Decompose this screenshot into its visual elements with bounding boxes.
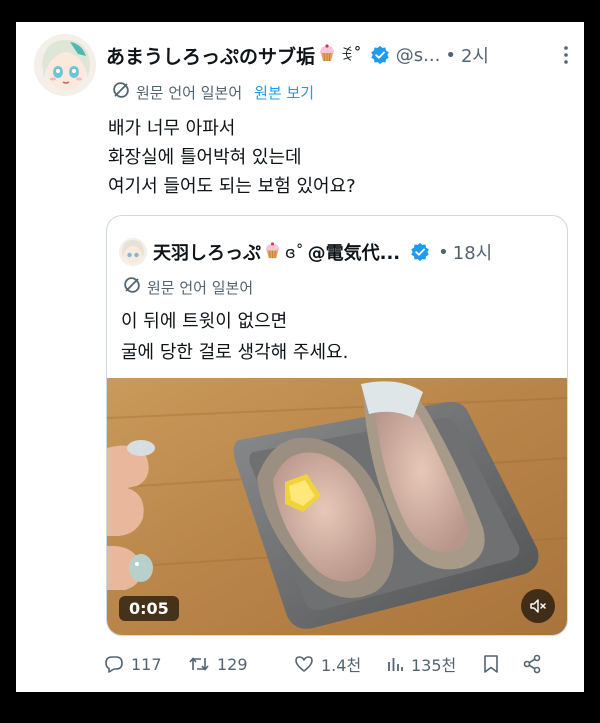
quoted-translation-row: 원문 언어 일본어 xyxy=(123,274,253,300)
retweet-button[interactable]: 129 xyxy=(188,654,294,674)
verified-badge-icon xyxy=(370,45,390,65)
more-dots-icon[interactable] xyxy=(562,44,570,66)
cupcake-emoji-icon xyxy=(263,241,282,264)
cupcake-emoji-icon xyxy=(317,43,337,67)
heart-icon xyxy=(295,656,313,672)
quoted-tweet-text: 이 뒤에 트윗이 없으면 굴에 당한 걸로 생각해 주세요. xyxy=(121,306,348,368)
quoted-text-line: 이 뒤에 트윗이 없으면 xyxy=(121,311,288,332)
verified-badge-icon xyxy=(410,242,430,262)
show-original-link[interactable]: 원본 보기 xyxy=(254,82,314,103)
bookmark-icon xyxy=(484,655,498,673)
share-icon xyxy=(523,654,541,674)
views-count: 135천 xyxy=(411,656,457,675)
separator-dot: • xyxy=(438,241,449,263)
retweet-icon xyxy=(189,657,209,671)
bookmark-button[interactable] xyxy=(482,654,522,674)
translate-icon xyxy=(123,276,141,298)
tweet-header: あまうしろっぷのサブ垢 ꉂ˚ @s... • 2시 xyxy=(106,40,570,70)
retweet-count: 129 xyxy=(217,654,248,674)
like-count: 1.4천 xyxy=(321,656,362,675)
quoted-tweet[interactable]: 天羽しろっぷ ɞ˚ @電気代... • 18시 원문 언어 일본어 이 뒤에 트… xyxy=(106,215,568,636)
views-button[interactable]: 135천 xyxy=(386,652,482,676)
tweet-text-line: 여기서 들어도 되는 보험 있어요? xyxy=(108,176,356,197)
like-button[interactable]: 1.4천 xyxy=(294,652,386,676)
reply-count: 117 xyxy=(131,654,162,674)
reply-icon xyxy=(105,656,123,673)
quoted-name-kaomoji: ɞ˚ xyxy=(285,242,304,262)
translation-row: 원문 언어 일본어 원본 보기 xyxy=(112,79,314,105)
tweet-text: 배가 너무 아파서 화장실에 틀어박혀 있는데 여기서 들어도 되는 보험 있어… xyxy=(108,114,356,201)
quoted-avatar[interactable] xyxy=(119,238,147,266)
quoted-text-line: 굴에 당한 걸로 생각해 주세요. xyxy=(121,342,349,363)
separator-dot: • xyxy=(445,44,456,66)
original-language-label: 원문 언어 일본어 xyxy=(147,278,254,297)
views-chart-icon xyxy=(388,658,403,671)
reply-button[interactable]: 117 xyxy=(104,654,188,674)
quoted-tweet-header: 天羽しろっぷ ɞ˚ @電気代... • 18시 xyxy=(119,236,557,268)
avatar[interactable] xyxy=(34,34,96,96)
timestamp[interactable]: 2시 xyxy=(461,42,489,68)
display-name[interactable]: あまうしろっぷのサブ垢 xyxy=(106,42,315,69)
share-button[interactable] xyxy=(522,654,542,674)
video-player[interactable]: 0:05 xyxy=(107,378,567,635)
video-duration: 0:05 xyxy=(119,596,179,621)
tweet-card[interactable]: あまうしろっぷのサブ垢 ꉂ˚ @s... • 2시 원문 언어 일본어 원본 보… xyxy=(16,22,584,692)
original-language-label: 원문 언어 일본어 xyxy=(136,83,243,102)
tweet-text-line: 배가 너무 아파서 xyxy=(108,118,236,139)
action-bar: 117 129 1.4천 135천 xyxy=(104,650,574,678)
quoted-handle[interactable]: @電気代... xyxy=(308,239,401,265)
name-kaomoji: ꉂ˚ xyxy=(340,46,362,66)
quoted-display-name[interactable]: 天羽しろっぷ xyxy=(153,239,261,265)
quoted-timestamp[interactable]: 18시 xyxy=(453,239,492,265)
tweet-text-line: 화장실에 틀어박혀 있는데 xyxy=(108,147,302,168)
handle[interactable]: @s... xyxy=(396,45,441,66)
translate-icon xyxy=(112,81,130,103)
volume-mute-icon[interactable] xyxy=(521,589,555,623)
